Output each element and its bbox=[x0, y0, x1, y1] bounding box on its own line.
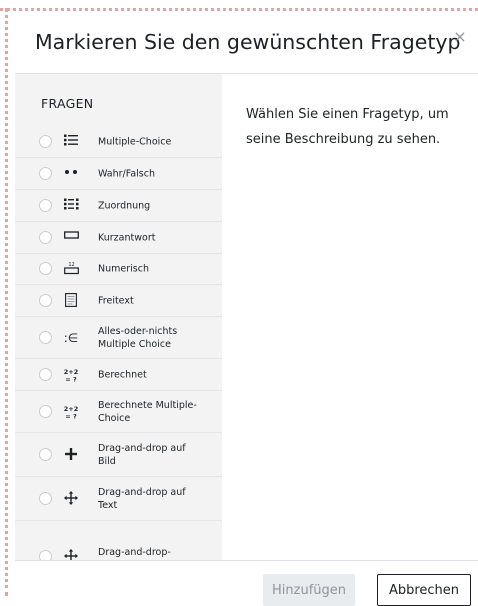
qtype-item-shortanswer[interactable]: Kurzantwort bbox=[15, 222, 222, 254]
drag-drop-markers-icon bbox=[62, 549, 80, 560]
qtype-item-ddimage[interactable]: Drag-and-drop auf Bild bbox=[15, 433, 222, 477]
calc-multi-icon-bottom: = ? bbox=[65, 412, 77, 420]
calc-icon-bottom: = ? bbox=[65, 375, 77, 383]
frame-dotted-border-top bbox=[0, 8, 478, 11]
qtype-radio[interactable] bbox=[39, 293, 52, 307]
qtype-item-essay[interactable]: Freitext bbox=[15, 285, 222, 317]
qtype-radio[interactable] bbox=[39, 367, 52, 381]
qtype-item-calculatedmulti[interactable]: 2+2 = ? Berechnete Multiple-Choice bbox=[15, 391, 222, 433]
drag-drop-image-icon bbox=[62, 447, 80, 463]
cancel-button[interactable]: Abbrechen bbox=[377, 574, 471, 606]
qtype-item-truefalse[interactable]: Wahr/Falsch bbox=[15, 158, 222, 190]
close-icon[interactable]: × bbox=[451, 26, 469, 48]
qtype-label: Freitext bbox=[98, 295, 134, 306]
qtype-radio[interactable] bbox=[39, 491, 52, 505]
qtype-radio[interactable] bbox=[39, 447, 52, 461]
calculated-multichoice-icon: 2+2 = ? bbox=[62, 404, 80, 420]
list-icon bbox=[62, 134, 80, 150]
qtype-item-ddmarkers[interactable]: Drag-and-drop- bbox=[15, 521, 222, 560]
qtype-label: Drag-and-drop auf Text bbox=[98, 486, 186, 511]
qtype-item-allornothing[interactable]: :∈ Alles-oder-nichts Multiple Choice bbox=[15, 317, 222, 359]
qtype-label: Wahr/Falsch bbox=[98, 168, 155, 179]
calculated-icon: 2+2 = ? bbox=[62, 367, 80, 383]
short-answer-icon bbox=[62, 230, 80, 246]
qtype-radio[interactable] bbox=[39, 262, 52, 275]
qtype-item-match[interactable]: Zuordnung bbox=[15, 190, 222, 222]
qtype-label: Berechnete Multiple-Choice bbox=[98, 399, 197, 424]
numeric-icon: 12 bbox=[62, 261, 80, 277]
qtype-radio[interactable] bbox=[39, 330, 52, 344]
sidebar-heading: FRAGEN bbox=[41, 96, 94, 111]
qtype-radio[interactable] bbox=[39, 404, 52, 418]
qtype-label: Alles-oder-nichts Multiple Choice bbox=[98, 325, 178, 350]
dialog-title: Markieren Sie den gewünschten Fragetyp bbox=[35, 30, 461, 54]
question-type-dialog: Markieren Sie den gewünschten Fragetyp ×… bbox=[15, 14, 478, 606]
numeric-icon-text: 12 bbox=[68, 262, 74, 268]
qtype-label: Kurzantwort bbox=[98, 232, 156, 243]
match-grid-icon bbox=[62, 198, 80, 214]
qtype-radio[interactable] bbox=[39, 230, 52, 244]
qtype-label: Zuordnung bbox=[98, 200, 151, 211]
qtype-radio[interactable] bbox=[39, 198, 52, 212]
question-type-description: Wählen Sie einen Fragetyp, um seine Besc… bbox=[246, 107, 449, 147]
question-type-sidebar: FRAGEN Multiple-Choice Wahr/Falsch Zuord… bbox=[15, 74, 222, 560]
qtype-label: Multiple-Choice bbox=[98, 136, 172, 147]
two-dots-icon bbox=[62, 166, 80, 182]
qtype-item-calculated[interactable]: 2+2 = ? Berechnet bbox=[15, 359, 222, 391]
qtype-radio[interactable] bbox=[39, 550, 52, 560]
drag-drop-text-icon bbox=[62, 490, 80, 507]
dialog-header: Markieren Sie den gewünschten Fragetyp × bbox=[15, 14, 478, 74]
all-or-nothing-icon: :∈ bbox=[63, 330, 79, 345]
qtype-label: Drag-and-drop- bbox=[98, 547, 171, 558]
essay-icon bbox=[62, 292, 80, 309]
add-button[interactable]: Hinzufügen bbox=[263, 574, 355, 606]
question-type-list: Multiple-Choice Wahr/Falsch Zuordnung Ku… bbox=[15, 126, 222, 560]
dialog-footer: Hinzufügen Abbrechen bbox=[15, 560, 478, 606]
frame-dotted-border-left bbox=[5, 8, 8, 596]
qtype-label: Berechnet bbox=[98, 369, 147, 380]
qtype-item-numerical[interactable]: 12 Numerisch bbox=[15, 254, 222, 285]
qtype-label: Numerisch bbox=[98, 263, 149, 275]
qtype-radio[interactable] bbox=[39, 134, 52, 148]
qtype-item-multichoice[interactable]: Multiple-Choice bbox=[15, 126, 222, 158]
qtype-label: Drag-and-drop auf Bild bbox=[98, 442, 186, 467]
qtype-item-ddtext[interactable]: Drag-and-drop auf Text bbox=[15, 477, 222, 521]
qtype-radio[interactable] bbox=[39, 166, 52, 180]
